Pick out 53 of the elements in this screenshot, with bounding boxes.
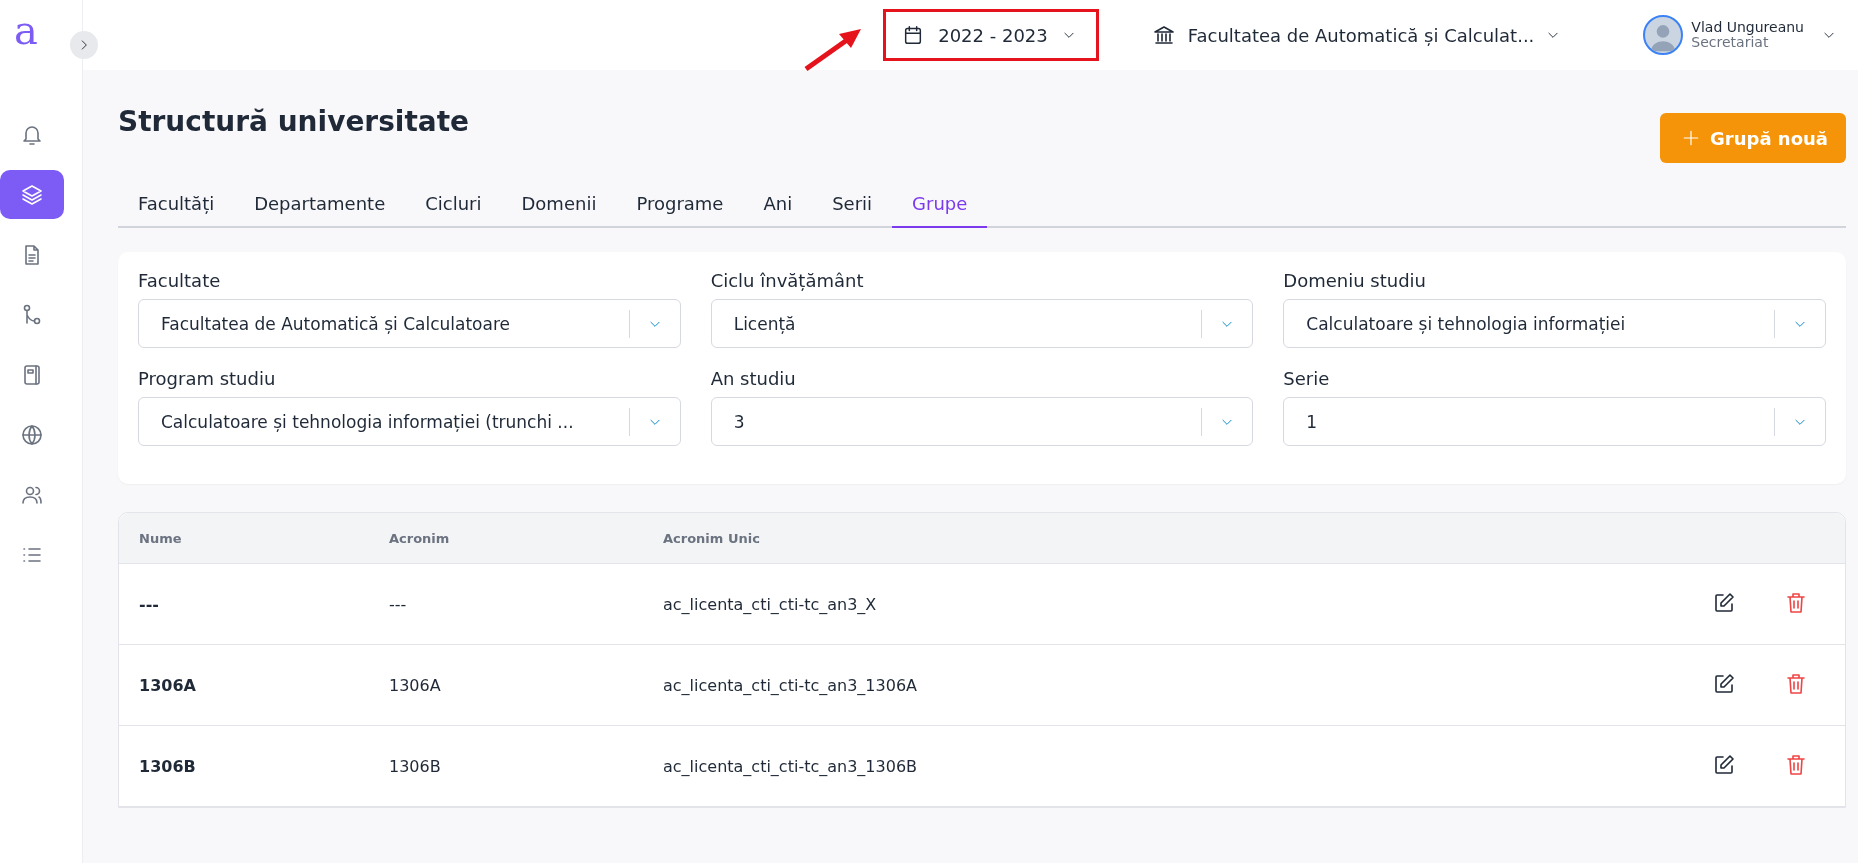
faculty-selector[interactable]: Facultatea de Automatică și Calculat... (1132, 9, 1584, 61)
field-label: Ciclu învățământ (710, 270, 865, 291)
select-field[interactable]: Calculatoare și tehnologia informației (trunchi ... (138, 397, 681, 446)
layers-icon (20, 182, 44, 207)
tab[interactable]: Serii (812, 183, 893, 228)
table-cell-text: ac_licenta_cti_cti-tc_an3_1306B (663, 756, 919, 776)
field-label: Facultate (138, 270, 222, 291)
trash-icon (1784, 672, 1808, 696)
table-cell-text: 1306B (389, 756, 442, 776)
avatar-icon (1643, 15, 1684, 55)
table-cell-text: ac_licenta_cti_cti-tc_an3_1306A (663, 675, 918, 695)
annotation-arrow (804, 29, 861, 72)
user-role: Secretariat (1691, 35, 1769, 51)
tab[interactable]: Cicluri (405, 183, 502, 228)
sidebar-item[interactable] (0, 170, 64, 219)
page-title: Structură universitate (118, 105, 470, 138)
globe-icon (20, 422, 44, 447)
field-label: Program studiu (138, 368, 277, 389)
table-cell-text: --- (139, 594, 160, 614)
table-cell-text: 1306A (139, 675, 197, 695)
edit-icon (1712, 672, 1736, 696)
column-header: Nume (139, 530, 183, 546)
column-header: Acronim Unic (663, 530, 761, 546)
table-cell-text: 1306B (139, 756, 197, 776)
app-logo: a (14, 6, 38, 55)
table-cell-text: 1306A (389, 675, 442, 695)
trash-icon (1784, 591, 1808, 615)
column-header: Acronim (389, 530, 451, 546)
edit-icon (1712, 591, 1736, 615)
tab[interactable]: Programe (616, 183, 744, 228)
field-label: Domeniu studiu (1283, 270, 1428, 291)
tab[interactable]: Facultăți (118, 183, 235, 228)
edit-icon (1712, 753, 1736, 777)
table-cell-text: --- (389, 594, 408, 614)
user-name: Vlad Ungureanu (1691, 19, 1804, 35)
select-field[interactable]: 1 (1283, 397, 1826, 446)
tab[interactable]: Domenii (501, 183, 617, 228)
select-field[interactable]: 3 (710, 397, 1254, 446)
table-cell-text: ac_licenta_cti_cti-tc_an3_X (663, 594, 878, 614)
trash-icon (1784, 753, 1808, 777)
field-label: An studiu (710, 368, 797, 389)
select-field[interactable]: Facultatea de Automatică și Calculatoare (138, 299, 681, 348)
tab[interactable]: Ani (743, 183, 813, 228)
user-menu[interactable]: Vlad Ungureanu Secretariat (1643, 15, 1836, 55)
plus-icon (1682, 129, 1701, 147)
tab[interactable]: Grupe (892, 183, 988, 228)
academic-year-selector[interactable]: 2022 - 2023 (883, 9, 1099, 61)
expand-sidebar-button[interactable] (70, 31, 98, 59)
tab[interactable]: Departamente (234, 183, 406, 228)
select-field[interactable]: Licență (710, 299, 1254, 348)
field-label: Serie (1283, 368, 1331, 389)
institution-icon (1151, 23, 1176, 47)
select-field[interactable]: Calculatoare și tehnologia informației (1283, 299, 1826, 348)
